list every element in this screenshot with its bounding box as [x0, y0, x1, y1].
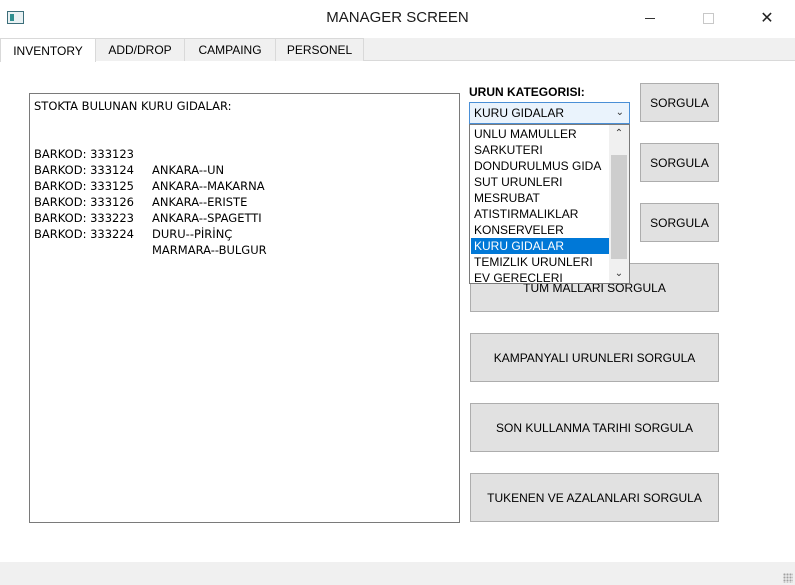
output-row: BARKOD: 333123 ANKARA--UN: [34, 130, 455, 177]
close-button[interactable]: ✕: [744, 0, 790, 36]
chevron-up-icon[interactable]: ⌃: [609, 126, 629, 142]
maximize-icon: [702, 12, 714, 24]
dropdown-option[interactable]: ATISTIRMALIKLAR: [471, 206, 609, 222]
output-row: BARKOD: 333124 ANKARA--MAKARNA: [34, 146, 455, 193]
combo-selected-value: KURU GIDALAR: [474, 106, 565, 120]
output-row: BARKOD: 333224 MARMARA--BULGUR: [34, 210, 455, 257]
dropdown-scrollbar[interactable]: ⌃ ⌄: [609, 125, 629, 283]
category-dropdown-list[interactable]: UNLU MAMULLER SARKUTERI DONDURULMUS GIDA…: [469, 124, 630, 286]
tab-inventory[interactable]: INVENTORY: [0, 38, 96, 62]
close-icon: ✕: [760, 10, 774, 27]
window-title: MANAGER SCREEN: [326, 9, 469, 26]
category-combobox[interactable]: KURU GIDALAR ⌄: [469, 102, 630, 124]
category-label: URUN KATEGORISI:: [469, 85, 585, 99]
output-header: STOKTA BULUNAN KURU GIDALAR:: [34, 99, 232, 113]
chevron-down-icon[interactable]: ⌄: [616, 107, 624, 118]
output-row: BARKOD: 333125 ANKARA--ERISTE: [34, 162, 455, 209]
campaign-products-query-button[interactable]: KAMPANYALI URUNLERI SORGULA: [470, 333, 719, 382]
chevron-down-icon[interactable]: ⌄: [609, 266, 629, 282]
minimize-icon: [645, 17, 655, 19]
dropdown-option[interactable]: MESRUBAT: [471, 190, 609, 206]
dropdown-option[interactable]: TEMIZLIK URUNLERI: [471, 254, 609, 270]
dropdown-option-selected[interactable]: KURU GIDALAR: [471, 238, 609, 254]
low-stock-query-button[interactable]: TUKENEN VE AZALANLARI SORGULA: [470, 473, 719, 522]
dropdown-option[interactable]: KONSERVELER: [471, 222, 609, 238]
tab-personel[interactable]: PERSONEL: [275, 38, 364, 61]
tab-strip: INVENTORY ADD/DROP CAMPAING PERSONEL: [0, 38, 795, 62]
minimize-button[interactable]: [627, 0, 673, 36]
product-text: DURU--PİRİNÇ: [152, 227, 233, 241]
resize-grip-icon[interactable]: [783, 573, 793, 583]
output-row: BARKOD: 333126 ANKARA--SPAGETTI: [34, 178, 455, 225]
tab-add-drop[interactable]: ADD/DROP: [95, 38, 185, 61]
tab-campaing[interactable]: CAMPAING: [184, 38, 276, 61]
sorgula-button-1[interactable]: SORGULA: [640, 83, 719, 122]
inventory-output-textbox[interactable]: STOKTA BULUNAN KURU GIDALAR: BARKOD: 333…: [29, 93, 460, 523]
dropdown-option[interactable]: SUT URUNLERI: [471, 174, 609, 190]
sorgula-button-2[interactable]: SORGULA: [640, 143, 719, 182]
expiry-date-query-button[interactable]: SON KULLANMA TARIHI SORGULA: [470, 403, 719, 452]
dropdown-option[interactable]: DONDURULMUS GIDA: [471, 158, 609, 174]
maximize-button[interactable]: [685, 0, 731, 36]
scrollbar-thumb[interactable]: [611, 155, 627, 259]
sorgula-button-3[interactable]: SORGULA: [640, 203, 719, 242]
title-bar: MANAGER SCREEN ✕: [0, 0, 795, 36]
status-bar: [0, 562, 795, 585]
product-text: MARMARA--BULGUR: [152, 243, 267, 257]
barcode-text: BARKOD: 333224: [34, 227, 134, 241]
dropdown-option[interactable]: UNLU MAMULLER: [471, 126, 609, 142]
dropdown-option[interactable]: SARKUTERI: [471, 142, 609, 158]
dropdown-option[interactable]: EV GERECLERI: [471, 270, 609, 286]
output-row: BARKOD: 333223 DURU--PİRİNÇ: [34, 194, 455, 241]
